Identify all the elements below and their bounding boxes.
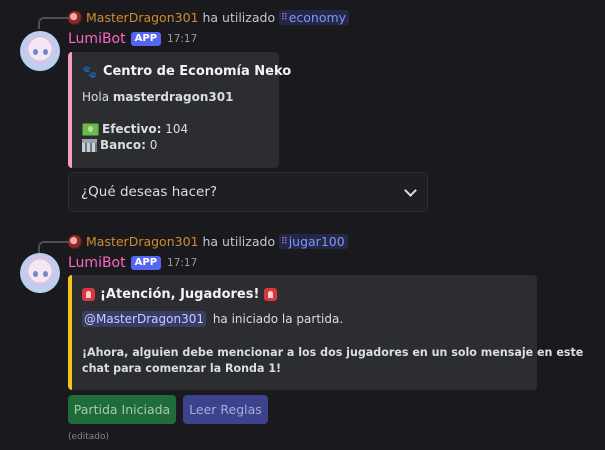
reply-reference[interactable]: MasterDragon301 ha utilizado ⠿ economy bbox=[68, 10, 350, 25]
command-chip[interactable]: ⠿ economy bbox=[279, 10, 350, 25]
embed-title: ¡Atención, Jugadores! bbox=[82, 287, 278, 302]
reply-connector bbox=[38, 241, 70, 253]
bot-avatar[interactable] bbox=[20, 253, 60, 293]
reply-username[interactable]: MasterDragon301 bbox=[86, 234, 198, 249]
game-embed: ¡Atención, Jugadores! @MasterDragon301 h… bbox=[68, 275, 583, 390]
instruction-line-2: chat para comenzar la Ronda 1! bbox=[82, 362, 282, 375]
cash-line: Efectivo: 104 bbox=[82, 122, 188, 136]
reply-reference[interactable]: MasterDragon301 ha utilizado ⠿ jugar100 bbox=[68, 234, 348, 249]
instruction-line-1: ¡Ahora, alguien debe mencionar a los dos… bbox=[82, 346, 584, 359]
started-line: @MasterDragon301 ha iniciado la partida. bbox=[82, 311, 344, 327]
author-name[interactable]: LumiBot bbox=[68, 31, 126, 47]
command-name: jugar100 bbox=[288, 234, 345, 249]
timestamp[interactable]: 17:17 bbox=[167, 257, 197, 269]
action-select[interactable]: ¿Qué deseas hacer? bbox=[68, 172, 428, 212]
siren-icon bbox=[264, 288, 278, 301]
slash-command-icon: ⠿ bbox=[281, 236, 288, 247]
siren-icon bbox=[82, 288, 95, 301]
app-badge: APP bbox=[130, 32, 162, 46]
reply-username[interactable]: MasterDragon301 bbox=[86, 10, 198, 25]
reply-avatar[interactable] bbox=[68, 10, 82, 25]
money-icon bbox=[82, 123, 99, 136]
economy-embed: 🐾 Centro de Economía Neko Hola masterdra… bbox=[68, 52, 291, 168]
embed-title: 🐾 Centro de Economía Neko bbox=[82, 64, 292, 79]
bank-line: Banco: 0 bbox=[82, 138, 157, 152]
edited-label: (editado) bbox=[68, 432, 110, 442]
message-header: LumiBot APP 17:17 bbox=[68, 255, 197, 271]
user-mention[interactable]: @MasterDragon301 bbox=[82, 311, 206, 327]
message-header: LumiBot APP 17:17 bbox=[68, 31, 197, 47]
author-name[interactable]: LumiBot bbox=[68, 255, 126, 271]
reply-action: ha utilizado bbox=[202, 234, 276, 249]
reply-connector bbox=[38, 17, 70, 29]
reply-action: ha utilizado bbox=[202, 10, 276, 25]
read-rules-button[interactable]: Leer Reglas bbox=[183, 395, 268, 424]
match-started-button[interactable]: Partida Iniciada bbox=[68, 395, 176, 424]
bank-icon bbox=[82, 139, 97, 152]
timestamp[interactable]: 17:17 bbox=[167, 33, 197, 45]
bot-avatar[interactable] bbox=[20, 31, 60, 71]
chevron-down-icon bbox=[404, 183, 417, 197]
command-name: economy bbox=[288, 10, 347, 25]
command-chip[interactable]: ⠿ jugar100 bbox=[279, 234, 348, 249]
slash-command-icon: ⠿ bbox=[281, 12, 288, 23]
paw-icon: 🐾 bbox=[82, 64, 97, 79]
select-placeholder: ¿Qué deseas hacer? bbox=[81, 184, 218, 200]
reply-avatar[interactable] bbox=[68, 234, 82, 249]
app-badge: APP bbox=[130, 256, 162, 270]
greeting: Hola masterdragon301 bbox=[82, 90, 234, 104]
